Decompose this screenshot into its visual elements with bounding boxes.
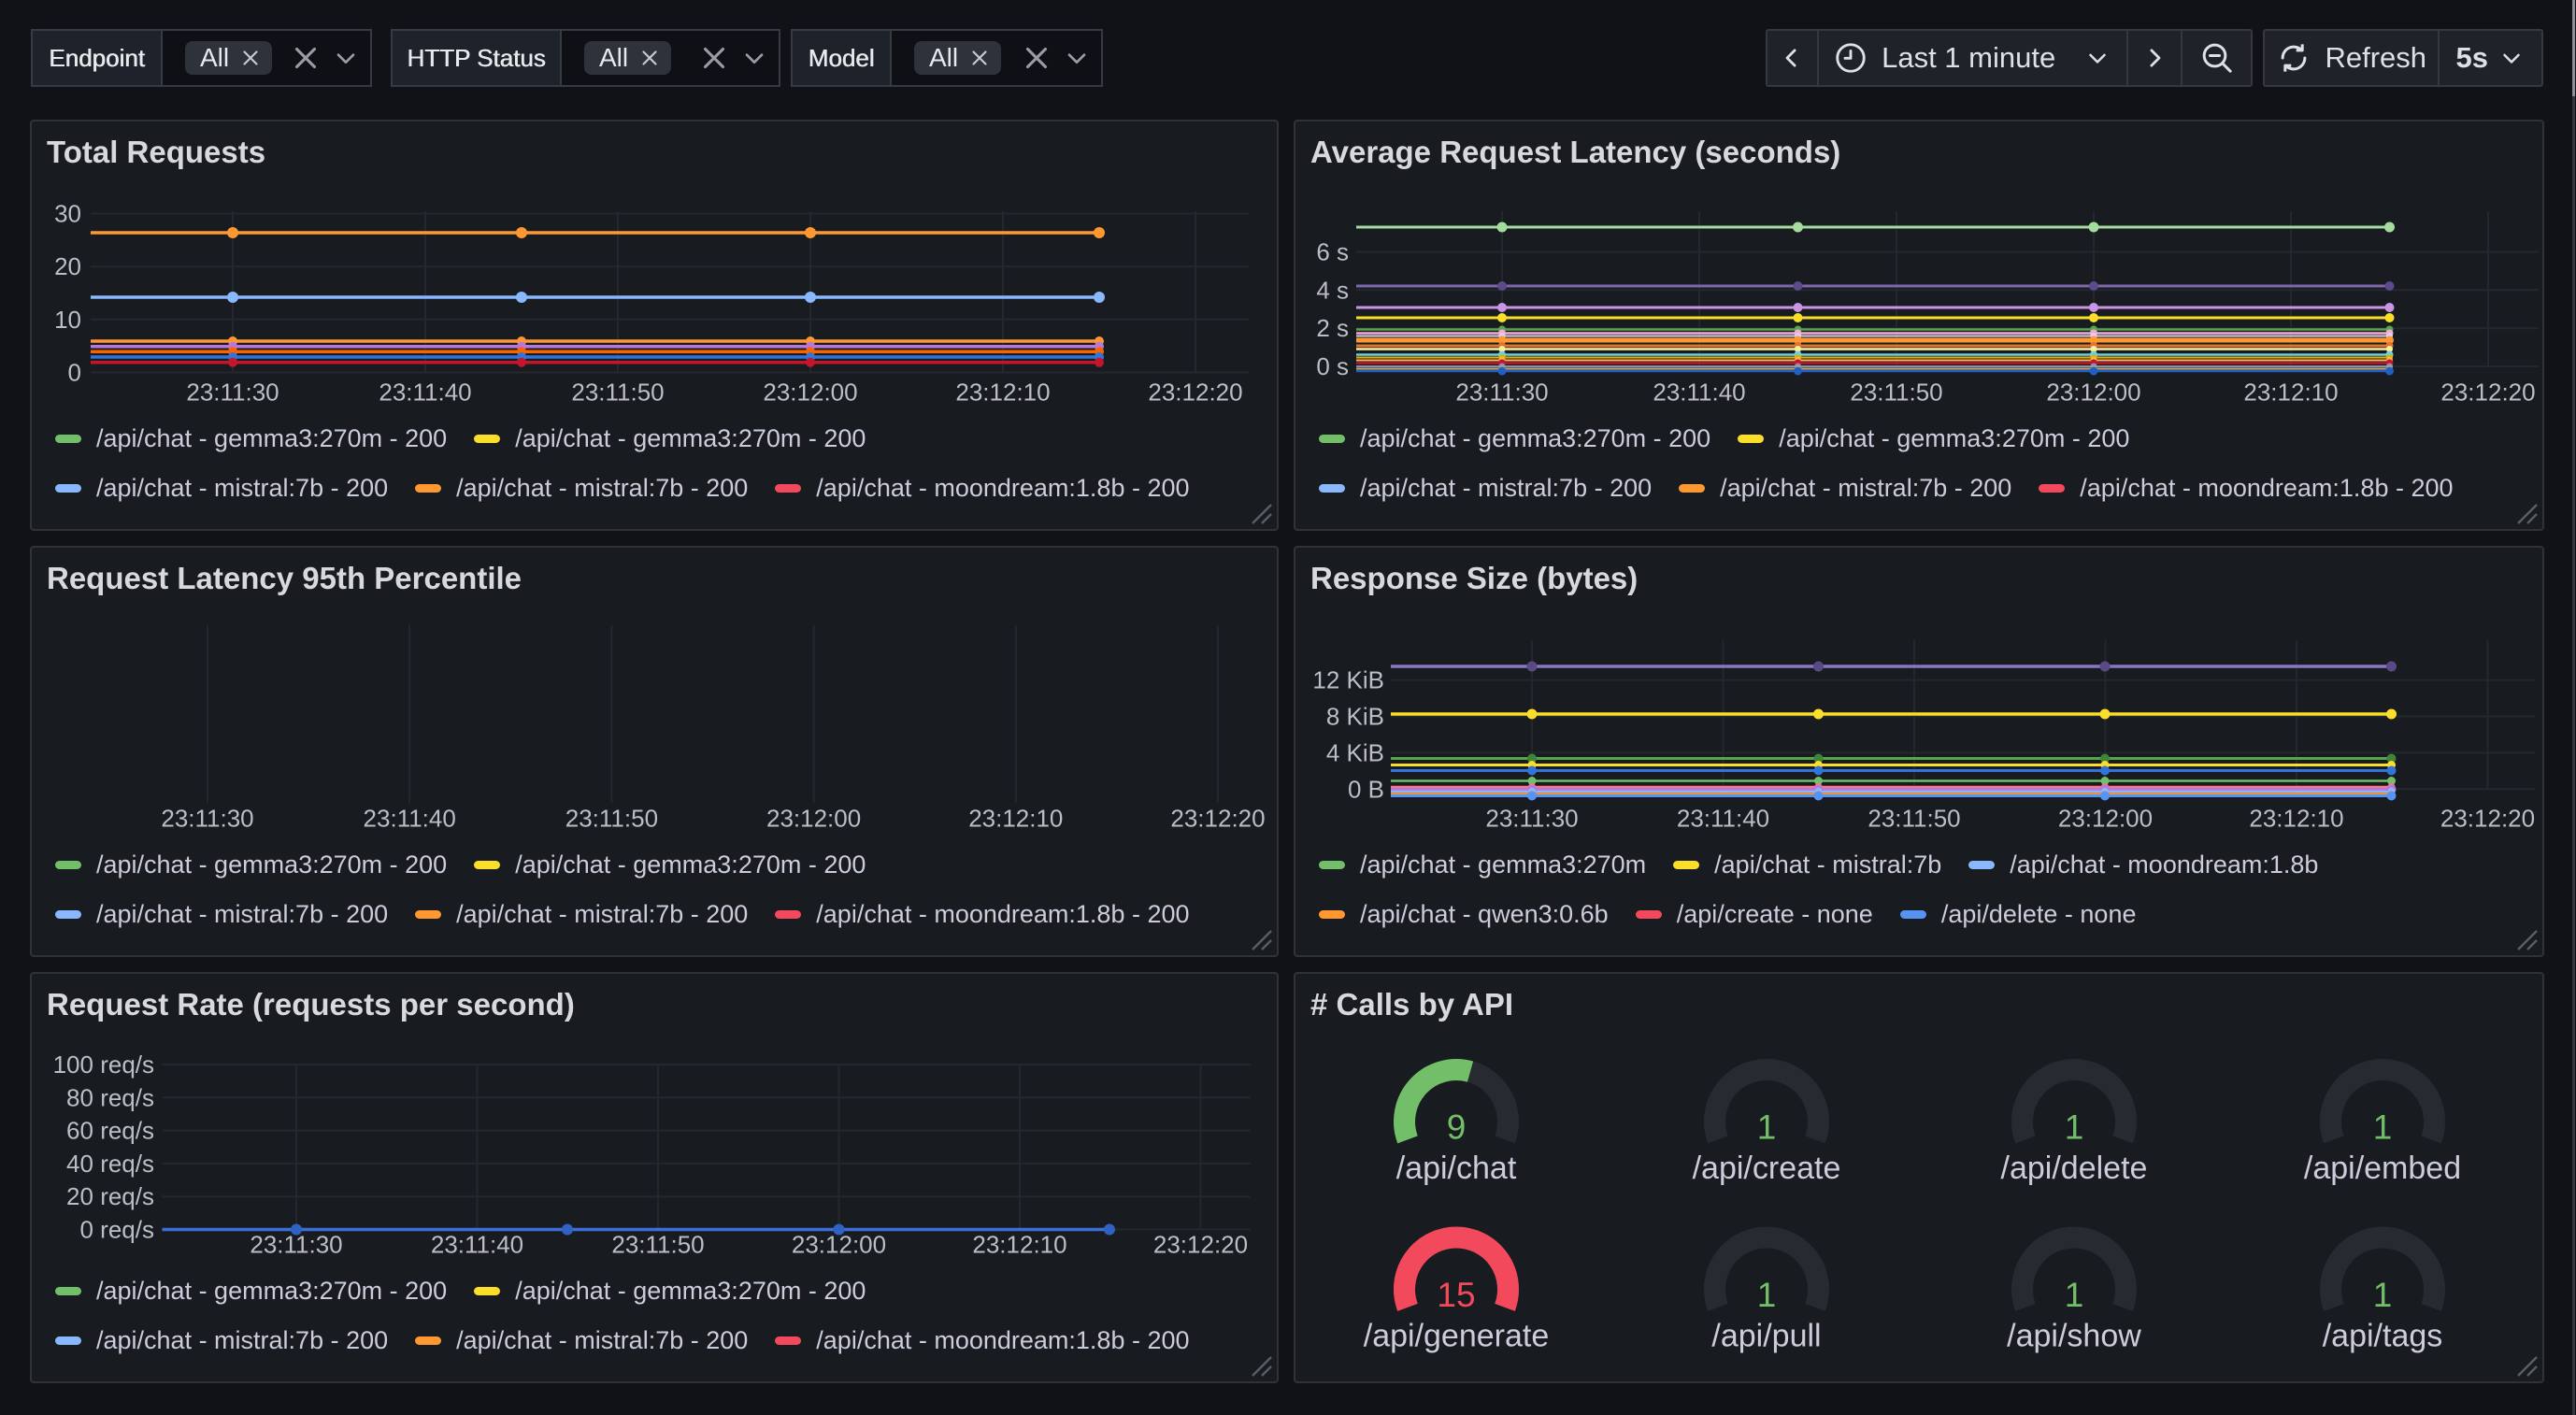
svg-text:/api/generate: /api/generate — [1364, 1319, 1550, 1354]
svg-text:2 s: 2 s — [1316, 314, 1349, 342]
svg-text:23:11:40: 23:11:40 — [1677, 805, 1769, 833]
svg-text:0 s: 0 s — [1316, 352, 1349, 380]
svg-text:4 s: 4 s — [1316, 276, 1349, 304]
svg-text:1: 1 — [1757, 1276, 1777, 1314]
svg-text:1: 1 — [2065, 1276, 2084, 1314]
svg-text:15: 15 — [1437, 1276, 1475, 1314]
svg-text:/api/chat: /api/chat — [1396, 1151, 1517, 1186]
svg-text:23:11:40: 23:11:40 — [379, 379, 471, 407]
svg-text:1: 1 — [2373, 1108, 2393, 1147]
svg-text:23:11:50: 23:11:50 — [1850, 379, 1942, 407]
svg-text:23:11:40: 23:11:40 — [431, 1231, 523, 1259]
svg-text:12 KiB: 12 KiB — [1312, 666, 1384, 694]
svg-text:23:12:10: 23:12:10 — [2243, 379, 2338, 407]
svg-text:23:11:50: 23:11:50 — [571, 379, 664, 407]
svg-text:23:12:00: 23:12:00 — [766, 805, 861, 833]
svg-text:23:12:20: 23:12:20 — [1170, 805, 1265, 833]
svg-text:0 req/s: 0 req/s — [80, 1216, 155, 1244]
svg-text:23:11:40: 23:11:40 — [364, 805, 456, 833]
svg-text:23:11:30: 23:11:30 — [1455, 379, 1548, 407]
svg-text:23:12:00: 23:12:00 — [763, 379, 857, 407]
svg-text:23:12:00: 23:12:00 — [2058, 805, 2153, 833]
svg-text:80 req/s: 80 req/s — [66, 1083, 154, 1111]
svg-text:20 req/s: 20 req/s — [66, 1182, 154, 1210]
svg-text:23:12:10: 23:12:10 — [2249, 805, 2343, 833]
svg-text:23:11:40: 23:11:40 — [1653, 379, 1745, 407]
svg-text:/api/pull: /api/pull — [1711, 1319, 1821, 1354]
svg-text:23:12:10: 23:12:10 — [972, 1231, 1066, 1259]
svg-text:23:11:50: 23:11:50 — [611, 1231, 704, 1259]
svg-text:23:12:20: 23:12:20 — [2440, 805, 2535, 833]
svg-text:23:12:00: 23:12:00 — [2046, 379, 2140, 407]
svg-text:/api/delete: /api/delete — [2001, 1151, 2148, 1186]
svg-text:/api/create: /api/create — [1693, 1151, 1841, 1186]
svg-text:23:11:50: 23:11:50 — [565, 805, 658, 833]
svg-text:23:11:30: 23:11:30 — [1485, 805, 1578, 833]
svg-text:40 req/s: 40 req/s — [66, 1150, 154, 1178]
svg-text:23:11:50: 23:11:50 — [1868, 805, 1960, 833]
svg-text:6 s: 6 s — [1316, 238, 1349, 266]
svg-text:/api/show: /api/show — [2007, 1319, 2141, 1354]
svg-text:/api/embed: /api/embed — [2304, 1151, 2461, 1186]
svg-text:100 req/s: 100 req/s — [53, 1051, 154, 1079]
svg-text:1: 1 — [2065, 1108, 2084, 1147]
svg-text:8 KiB: 8 KiB — [1326, 703, 1384, 731]
svg-text:23:11:30: 23:11:30 — [186, 379, 279, 407]
svg-text:20: 20 — [54, 252, 81, 280]
svg-text:9: 9 — [1447, 1108, 1467, 1147]
svg-text:30: 30 — [54, 200, 81, 228]
svg-text:/api/tags: /api/tags — [2323, 1319, 2443, 1354]
svg-text:23:12:20: 23:12:20 — [1153, 1231, 1248, 1259]
svg-text:1: 1 — [2373, 1276, 2393, 1314]
svg-text:23:12:10: 23:12:10 — [955, 379, 1050, 407]
svg-text:23:12:20: 23:12:20 — [1148, 379, 1242, 407]
svg-text:60 req/s: 60 req/s — [66, 1117, 154, 1145]
svg-text:23:12:10: 23:12:10 — [968, 805, 1063, 833]
svg-text:1: 1 — [1757, 1108, 1777, 1147]
svg-text:4 KiB: 4 KiB — [1326, 738, 1384, 766]
svg-text:23:11:30: 23:11:30 — [161, 805, 253, 833]
svg-text:0 B: 0 B — [1348, 775, 1384, 803]
svg-text:0: 0 — [68, 359, 81, 387]
svg-text:10: 10 — [54, 306, 81, 334]
svg-text:23:12:20: 23:12:20 — [2440, 379, 2535, 407]
